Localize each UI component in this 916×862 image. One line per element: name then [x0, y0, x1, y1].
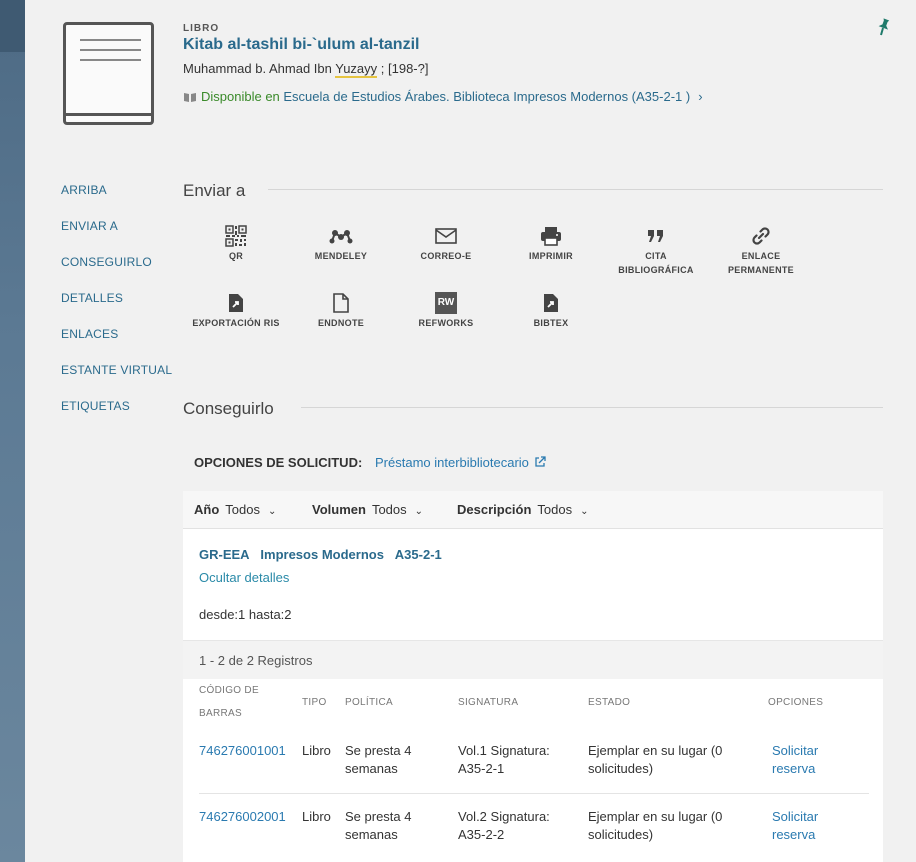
filter-year-dropdown[interactable]: Año Todos ⌄: [194, 502, 276, 517]
holding-range: desde:1 hasta:2: [199, 607, 292, 622]
quote-icon: [648, 230, 663, 242]
nav-arriba[interactable]: ARRIBA: [61, 183, 172, 219]
get-it-title: Conseguirlo: [183, 399, 274, 418]
send-bibtex-button[interactable]: BIBTEX: [506, 292, 596, 330]
file-icon: [333, 293, 349, 313]
book-open-icon: [184, 93, 196, 102]
item-status: Ejemplar en su lugar (0 solicitudes): [588, 809, 723, 842]
divider: [301, 407, 883, 408]
nav-detalles[interactable]: DETALLES: [61, 291, 172, 327]
send-ris-export-button[interactable]: EXPORTACIÓN RIS: [191, 292, 281, 330]
column-header-options: OPCIONES: [768, 697, 824, 708]
pin-icon[interactable]: [876, 18, 892, 36]
send-refworks-button[interactable]: RW REFWORKS: [401, 292, 491, 330]
send-to-title: Enviar a: [183, 181, 246, 200]
mendeley-icon: [329, 230, 353, 244]
send-mendeley-button[interactable]: MENDELEY: [296, 225, 386, 263]
external-link-icon: [535, 456, 546, 467]
send-citation-button[interactable]: CITA BIBLIOGRÁFICA: [611, 225, 701, 277]
item-type: Libro: [302, 743, 331, 758]
column-header-status: ESTADO: [588, 697, 631, 708]
chevron-right-icon: ›: [698, 89, 703, 104]
side-navigation: ARRIBA ENVIAR A CONSEGUIRLO DETALLES ENL…: [61, 183, 172, 435]
divider: [199, 793, 869, 794]
hide-details-link[interactable]: Ocultar detalles: [199, 570, 289, 585]
chevron-down-icon: ⌄: [580, 506, 589, 517]
book-cover-icon: [63, 22, 154, 125]
request-hold-button[interactable]: Solicitar reserva: [772, 742, 857, 778]
item-barcode[interactable]: 746276002001: [199, 808, 286, 826]
item-policy: Se presta 4 semanas: [345, 809, 412, 842]
item-callnumber: Vol.1 Signatura: A35-2-1: [458, 743, 550, 776]
holding-details: GR-EEA Impresos Modernos A35-2-1 Ocultar…: [183, 529, 883, 641]
qr-icon: [225, 225, 247, 247]
item-type: Libro: [302, 809, 331, 824]
interlibrary-loan-link[interactable]: Préstamo interbibliotecario: [375, 455, 546, 470]
link-icon: [752, 227, 770, 245]
item-callnumber: Vol.2 Signatura: A35-2-2: [458, 809, 550, 842]
send-print-button[interactable]: IMPRIMIR: [506, 225, 596, 263]
records-count-bar: 1 - 2 de 2 Registros: [183, 641, 883, 679]
holding-location: GR-EEA Impresos Modernos A35-2-1: [199, 547, 442, 562]
divider: [268, 189, 883, 190]
record-author: Muhammad b. Ahmad Ibn Yuzayy ; [198-?]: [183, 61, 429, 78]
record-type: LIBRO: [183, 23, 220, 34]
availability-location: Escuela de Estudios Árabes. Biblioteca I…: [283, 89, 691, 104]
filter-description-dropdown[interactable]: Descripción Todos ⌄: [457, 502, 589, 517]
item-policy: Se presta 4 semanas: [345, 743, 412, 776]
full-record-panel: LIBRO Kitab al-tashil bi-`ulum al-tanzil…: [25, 0, 916, 862]
background-overlay: [0, 0, 25, 862]
chevron-down-icon: ⌄: [414, 506, 424, 517]
request-hold-button[interactable]: Solicitar reserva: [772, 808, 857, 844]
record-title[interactable]: Kitab al-tashil bi-`ulum al-tanzil: [183, 36, 419, 54]
column-header-barcode: CÓDIGO DE BARRAS: [199, 685, 259, 719]
send-email-button[interactable]: CORREO-E: [401, 225, 491, 263]
export-file-icon: [544, 294, 558, 312]
export-file-icon: [229, 294, 243, 312]
printer-icon: [541, 227, 561, 246]
nav-enviar-a[interactable]: ENVIAR A: [61, 219, 172, 255]
availability-line[interactable]: Disponible en Escuela de Estudios Árabes…: [183, 89, 703, 104]
refworks-icon: RW: [435, 292, 457, 314]
send-qr-button[interactable]: QR: [191, 225, 281, 263]
column-header-policy: POLÍTICA: [345, 697, 393, 708]
send-permalink-button[interactable]: ENLACE PERMANENTE: [716, 225, 806, 277]
item-status: Ejemplar en su lugar (0 solicitudes): [588, 743, 723, 776]
records-count: 1 - 2 de 2 Registros: [199, 653, 313, 668]
nav-conseguirlo[interactable]: CONSEGUIRLO: [61, 255, 172, 291]
mail-icon: [435, 228, 457, 244]
availability-status: Disponible: [201, 89, 262, 104]
holdings-filter-bar: Año Todos ⌄ Volumen Todos ⌄ Descripción Todos…: [183, 491, 883, 529]
chevron-down-icon: ⌄: [267, 506, 277, 517]
filter-volume-dropdown[interactable]: Volumen Todos ⌄: [312, 502, 423, 517]
column-header-type: TIPO: [302, 697, 327, 708]
nav-estante-virtual[interactable]: ESTANTE VIRTUAL: [61, 363, 172, 399]
item-barcode[interactable]: 746276001001: [199, 742, 286, 760]
send-endnote-button[interactable]: ENDNOTE: [296, 292, 386, 330]
column-header-callnumber: SIGNATURA: [458, 697, 519, 708]
nav-etiquetas[interactable]: ETIQUETAS: [61, 399, 172, 435]
items-table: CÓDIGO DE BARRAS TIPO POLÍTICA SIGNATURA …: [183, 679, 883, 862]
request-options-label: OPCIONES DE SOLICITUD:: [194, 455, 363, 470]
nav-enlaces[interactable]: ENLACES: [61, 327, 172, 363]
